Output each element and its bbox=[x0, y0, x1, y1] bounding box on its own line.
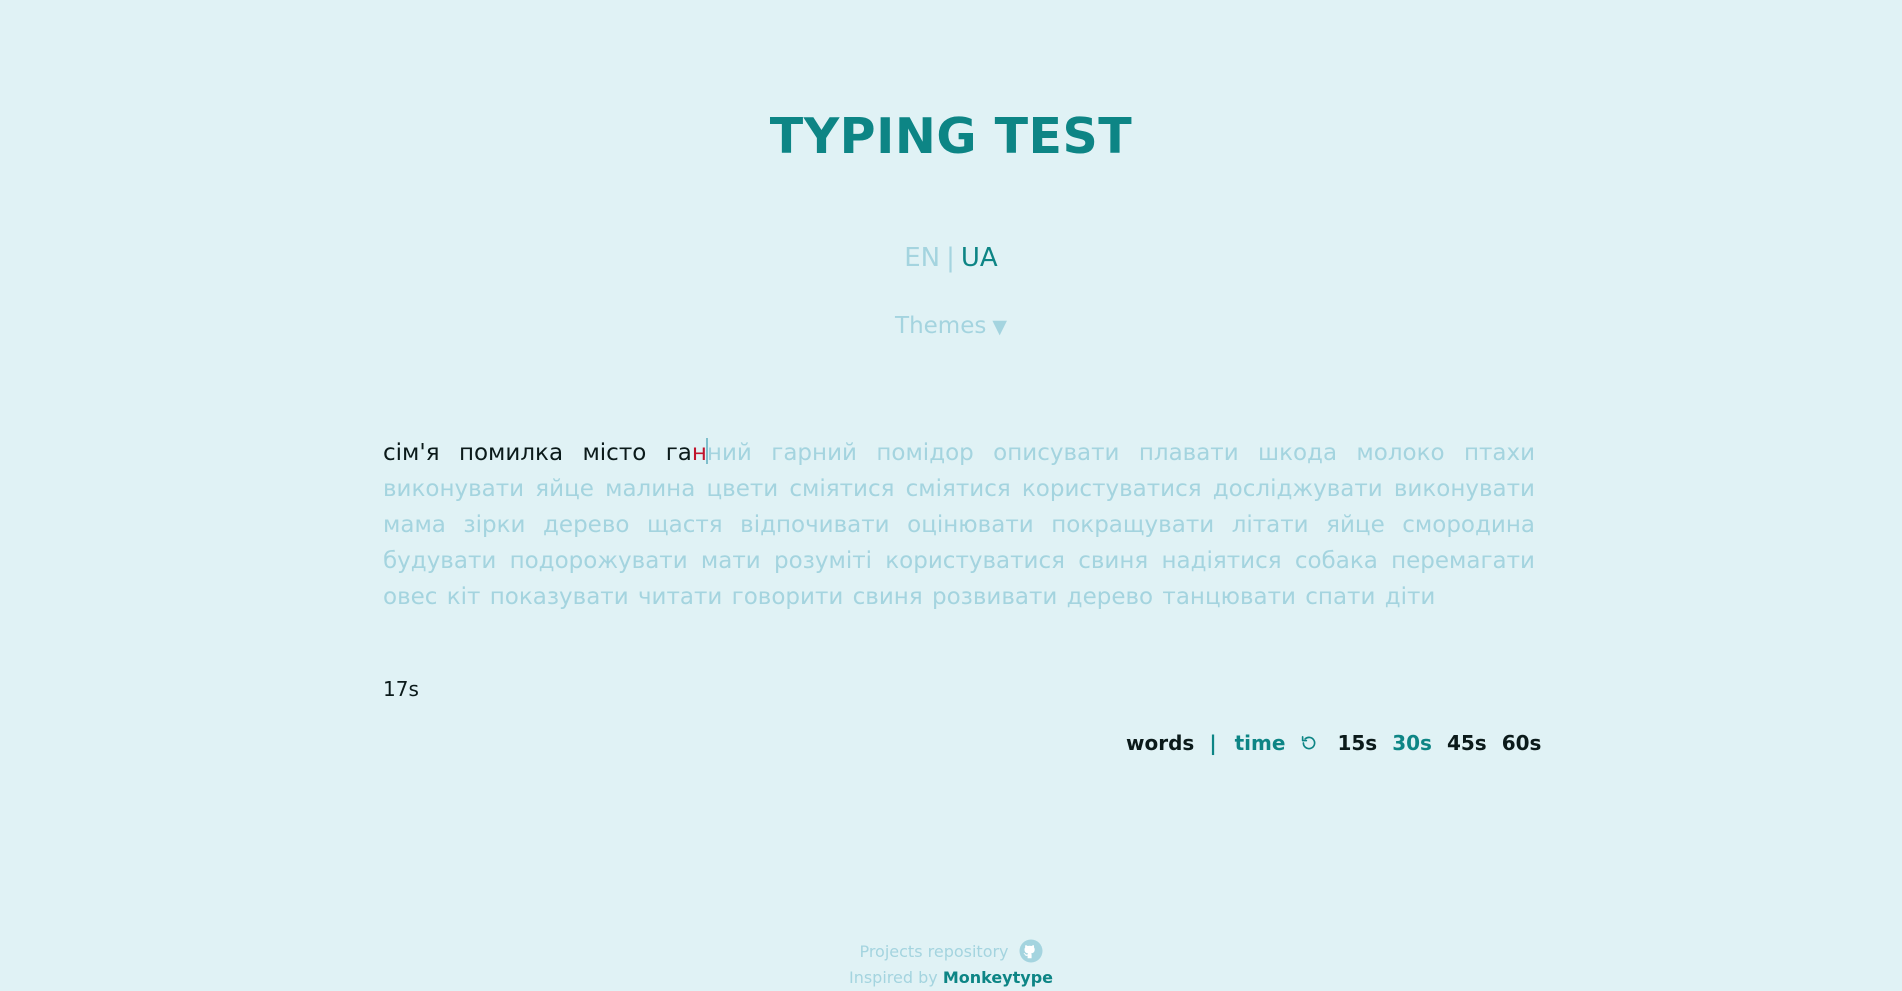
duration-15s-button[interactable]: 15s bbox=[1337, 731, 1377, 755]
app-root: TYPING TEST EN | UA Themes ▼ сім'я помилка … bbox=[0, 0, 1902, 991]
duration-30s-button[interactable]: 30s bbox=[1392, 731, 1432, 755]
chevron-down-icon[interactable]: ▼ bbox=[992, 316, 1007, 338]
github-icon[interactable] bbox=[1019, 939, 1043, 963]
mode-separator: | bbox=[1209, 731, 1217, 755]
countdown-timer: 17s bbox=[383, 677, 419, 701]
duration-45s-button[interactable]: 45s bbox=[1447, 731, 1487, 755]
duration-60s-button[interactable]: 60s bbox=[1502, 731, 1542, 755]
themes-label[interactable]: Themes bbox=[895, 313, 986, 339]
repository-link[interactable]: Projects repository bbox=[859, 942, 1008, 961]
language-option-en[interactable]: EN bbox=[904, 243, 940, 273]
mode-time-button[interactable]: time bbox=[1235, 731, 1286, 755]
typing-text-area[interactable]: сім'я помилка місто ганний гарний помідо… bbox=[383, 435, 1535, 615]
current-word: ганний bbox=[665, 438, 752, 466]
typed-word: місто bbox=[582, 440, 647, 466]
typed-word: помилка bbox=[458, 440, 564, 466]
themes-dropdown[interactable]: Themes ▼ bbox=[0, 313, 1902, 339]
language-separator: | bbox=[946, 243, 955, 273]
mode-selector: words | time 15s 30s 45s 60s bbox=[1126, 731, 1556, 755]
mode-words-button[interactable]: words bbox=[1126, 731, 1194, 755]
restart-icon[interactable] bbox=[1300, 734, 1318, 752]
current-word-rest: ний bbox=[706, 440, 752, 466]
typed-word: сім'я bbox=[383, 440, 440, 466]
language-switcher: EN | UA bbox=[0, 243, 1902, 273]
footer: Projects repository Inspired by Monkeyty… bbox=[0, 939, 1902, 987]
inspired-by-text: Inspired by bbox=[848, 968, 938, 987]
language-option-ua[interactable]: UA bbox=[961, 243, 998, 273]
current-word-error: н bbox=[691, 440, 707, 466]
page-title: TYPING TEST bbox=[769, 108, 1133, 165]
monkeytype-link[interactable]: Monkeytype bbox=[943, 968, 1053, 987]
current-word-correct: га bbox=[665, 440, 692, 466]
